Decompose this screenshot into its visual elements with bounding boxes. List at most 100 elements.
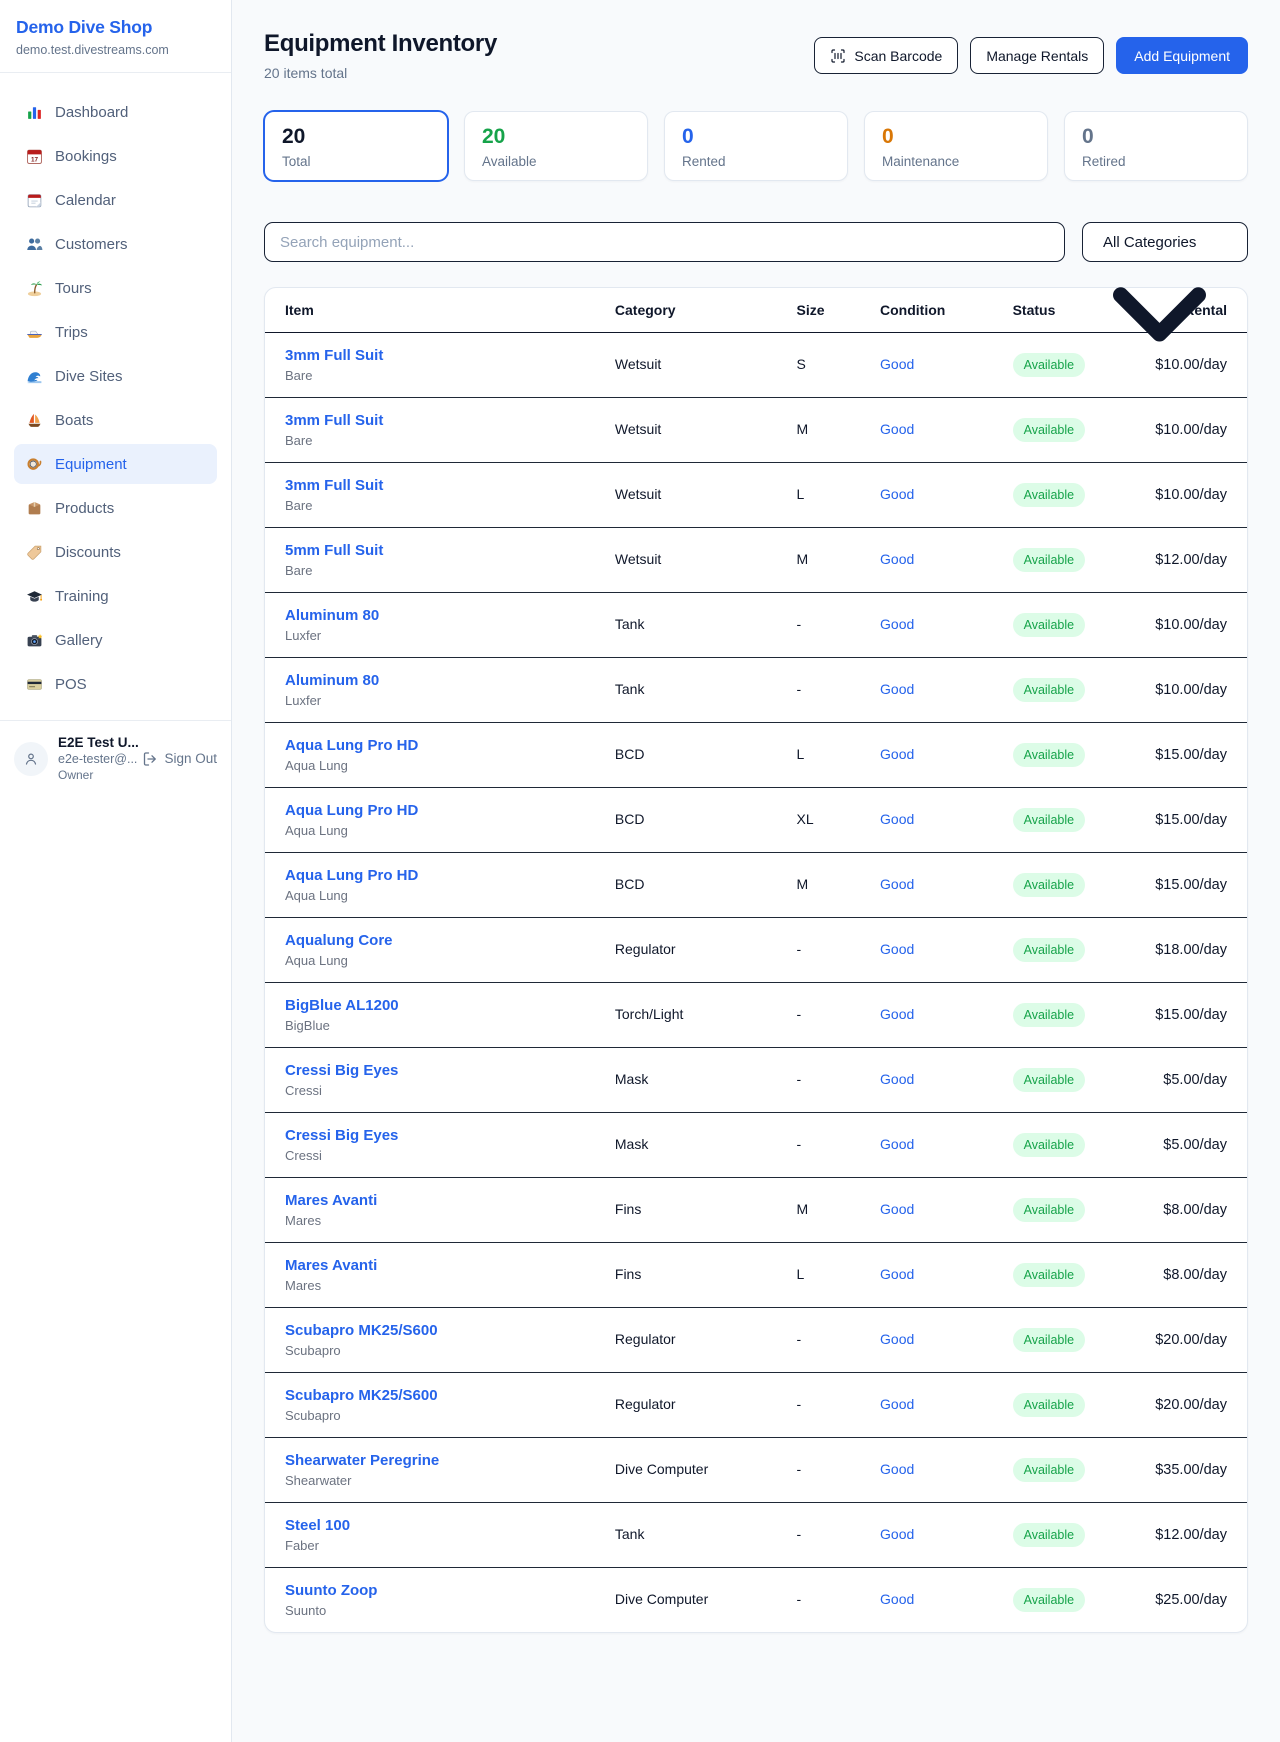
- column-header-condition: Condition: [864, 288, 997, 333]
- sidebar-item-equipment[interactable]: Equipment: [14, 444, 217, 484]
- sidebar-item-products[interactable]: Products: [14, 488, 217, 528]
- rental-price: $18.00/day: [1155, 942, 1227, 958]
- stat-card-retired[interactable]: 0 Retired: [1064, 111, 1248, 181]
- item-name-link[interactable]: Shearwater Peregrine: [285, 1452, 583, 1469]
- rental-price: $10.00/day: [1155, 487, 1227, 503]
- item-condition-link[interactable]: Good: [880, 1136, 914, 1152]
- status-badge: Available: [1013, 1393, 1086, 1417]
- sidebar-item-dive-sites[interactable]: Dive Sites: [14, 356, 217, 396]
- stat-card-total[interactable]: 20 Total: [264, 111, 448, 181]
- search-input[interactable]: [264, 222, 1065, 262]
- table-row: Steel 100 Faber Tank - Good Available $1…: [265, 1503, 1247, 1568]
- category-select[interactable]: All Categories: [1082, 222, 1248, 262]
- item-name-link[interactable]: Mares Avanti: [285, 1257, 583, 1274]
- rental-price: $20.00/day: [1155, 1397, 1227, 1413]
- item-condition-link[interactable]: Good: [880, 941, 914, 957]
- item-size: -: [797, 1331, 802, 1347]
- stat-label: Maintenance: [882, 154, 1030, 169]
- table-header-row: ItemCategorySizeConditionStatusRental: [265, 288, 1247, 333]
- item-category: BCD: [615, 811, 645, 827]
- sidebar-item-gallery[interactable]: Gallery: [14, 620, 217, 660]
- sidebar-item-dashboard[interactable]: Dashboard: [14, 92, 217, 132]
- item-name-link[interactable]: BigBlue AL1200: [285, 997, 583, 1014]
- item-size: M: [797, 1201, 809, 1217]
- page-title-block: Equipment Inventory 20 items total: [264, 30, 497, 81]
- rental-price: $15.00/day: [1155, 1007, 1227, 1023]
- sidebar-nav: Dashboard 17 Bookings Calendar Customers…: [0, 73, 231, 714]
- item-category: Regulator: [615, 1331, 676, 1347]
- rental-price: $5.00/day: [1163, 1072, 1227, 1088]
- item-condition-link[interactable]: Good: [880, 421, 914, 437]
- stat-card-rented[interactable]: 0 Rented: [664, 111, 848, 181]
- item-condition-link[interactable]: Good: [880, 1526, 914, 1542]
- status-badge: Available: [1013, 1588, 1086, 1612]
- item-condition-link[interactable]: Good: [880, 746, 914, 762]
- item-condition-link[interactable]: Good: [880, 1071, 914, 1087]
- item-condition-link[interactable]: Good: [880, 551, 914, 567]
- item-condition-link[interactable]: Good: [880, 616, 914, 632]
- sidebar-item-calendar[interactable]: Calendar: [14, 180, 217, 220]
- status-badge: Available: [1013, 938, 1086, 962]
- item-size: M: [797, 876, 809, 892]
- item-name-link[interactable]: Aqua Lung Pro HD: [285, 802, 583, 819]
- bookings-icon: 17: [26, 148, 43, 165]
- table-row: 3mm Full Suit Bare Wetsuit L Good Availa…: [265, 463, 1247, 528]
- item-name-link[interactable]: Cressi Big Eyes: [285, 1127, 583, 1144]
- item-name-link[interactable]: Aluminum 80: [285, 672, 583, 689]
- scan-barcode-button[interactable]: Scan Barcode: [814, 37, 958, 74]
- gallery-icon: [26, 632, 43, 649]
- item-condition-link[interactable]: Good: [880, 1461, 914, 1477]
- item-name-link[interactable]: Steel 100: [285, 1517, 583, 1534]
- add-equipment-button[interactable]: Add Equipment: [1116, 37, 1248, 74]
- sidebar-item-training[interactable]: Training: [14, 576, 217, 616]
- item-condition-link[interactable]: Good: [880, 1201, 914, 1217]
- item-size: L: [797, 486, 805, 502]
- training-icon: [26, 588, 43, 605]
- item-condition-link[interactable]: Good: [880, 1591, 914, 1607]
- item-name-link[interactable]: Aqua Lung Pro HD: [285, 737, 583, 754]
- manage-rentals-button[interactable]: Manage Rentals: [970, 37, 1104, 74]
- item-name-link[interactable]: Mares Avanti: [285, 1192, 583, 1209]
- table-row: Suunto Zoop Suunto Dive Computer - Good …: [265, 1568, 1247, 1633]
- item-condition-link[interactable]: Good: [880, 876, 914, 892]
- stat-card-available[interactable]: 20 Available: [464, 111, 648, 181]
- item-condition-link[interactable]: Good: [880, 1266, 914, 1282]
- sidebar-item-trips[interactable]: Trips: [14, 312, 217, 352]
- item-condition-link[interactable]: Good: [880, 356, 914, 372]
- item-condition-link[interactable]: Good: [880, 1006, 914, 1022]
- item-name-link[interactable]: Scubapro MK25/S600: [285, 1322, 583, 1339]
- sidebar-item-bookings[interactable]: 17 Bookings: [14, 136, 217, 176]
- stat-value: 0: [1082, 125, 1230, 149]
- item-name-link[interactable]: 3mm Full Suit: [285, 347, 583, 364]
- item-name-link[interactable]: 5mm Full Suit: [285, 542, 583, 559]
- rental-price: $12.00/day: [1155, 1527, 1227, 1543]
- stat-label: Rented: [682, 154, 830, 169]
- item-condition-link[interactable]: Good: [880, 1396, 914, 1412]
- item-name-link[interactable]: Scubapro MK25/S600: [285, 1387, 583, 1404]
- sidebar-item-pos[interactable]: POS: [14, 664, 217, 704]
- stat-card-maintenance[interactable]: 0 Maintenance: [864, 111, 1048, 181]
- item-name-link[interactable]: Aluminum 80: [285, 607, 583, 624]
- item-condition-link[interactable]: Good: [880, 1331, 914, 1347]
- item-name-link[interactable]: Aqua Lung Pro HD: [285, 867, 583, 884]
- item-name-link[interactable]: Cressi Big Eyes: [285, 1062, 583, 1079]
- item-name-link[interactable]: Aqualung Core: [285, 932, 583, 949]
- sidebar-item-boats[interactable]: Boats: [14, 400, 217, 440]
- item-name-link[interactable]: 3mm Full Suit: [285, 477, 583, 494]
- sidebar-item-discounts[interactable]: Discounts: [14, 532, 217, 572]
- item-condition-link[interactable]: Good: [880, 811, 914, 827]
- status-badge: Available: [1013, 1523, 1086, 1547]
- item-category: Tank: [615, 616, 645, 632]
- item-name-link[interactable]: Suunto Zoop: [285, 1582, 583, 1599]
- rental-price: $10.00/day: [1155, 617, 1227, 633]
- item-category: Dive Computer: [615, 1461, 708, 1477]
- sign-out-button[interactable]: Sign Out: [142, 751, 217, 767]
- table-row: Aqua Lung Pro HD Aqua Lung BCD L Good Av…: [265, 723, 1247, 788]
- item-name-link[interactable]: 3mm Full Suit: [285, 412, 583, 429]
- item-condition-link[interactable]: Good: [880, 486, 914, 502]
- item-condition-link[interactable]: Good: [880, 681, 914, 697]
- sidebar-item-customers[interactable]: Customers: [14, 224, 217, 264]
- table-row: Mares Avanti Mares Fins M Good Available…: [265, 1178, 1247, 1243]
- item-size: -: [797, 1591, 802, 1607]
- sidebar-item-tours[interactable]: Tours: [14, 268, 217, 308]
